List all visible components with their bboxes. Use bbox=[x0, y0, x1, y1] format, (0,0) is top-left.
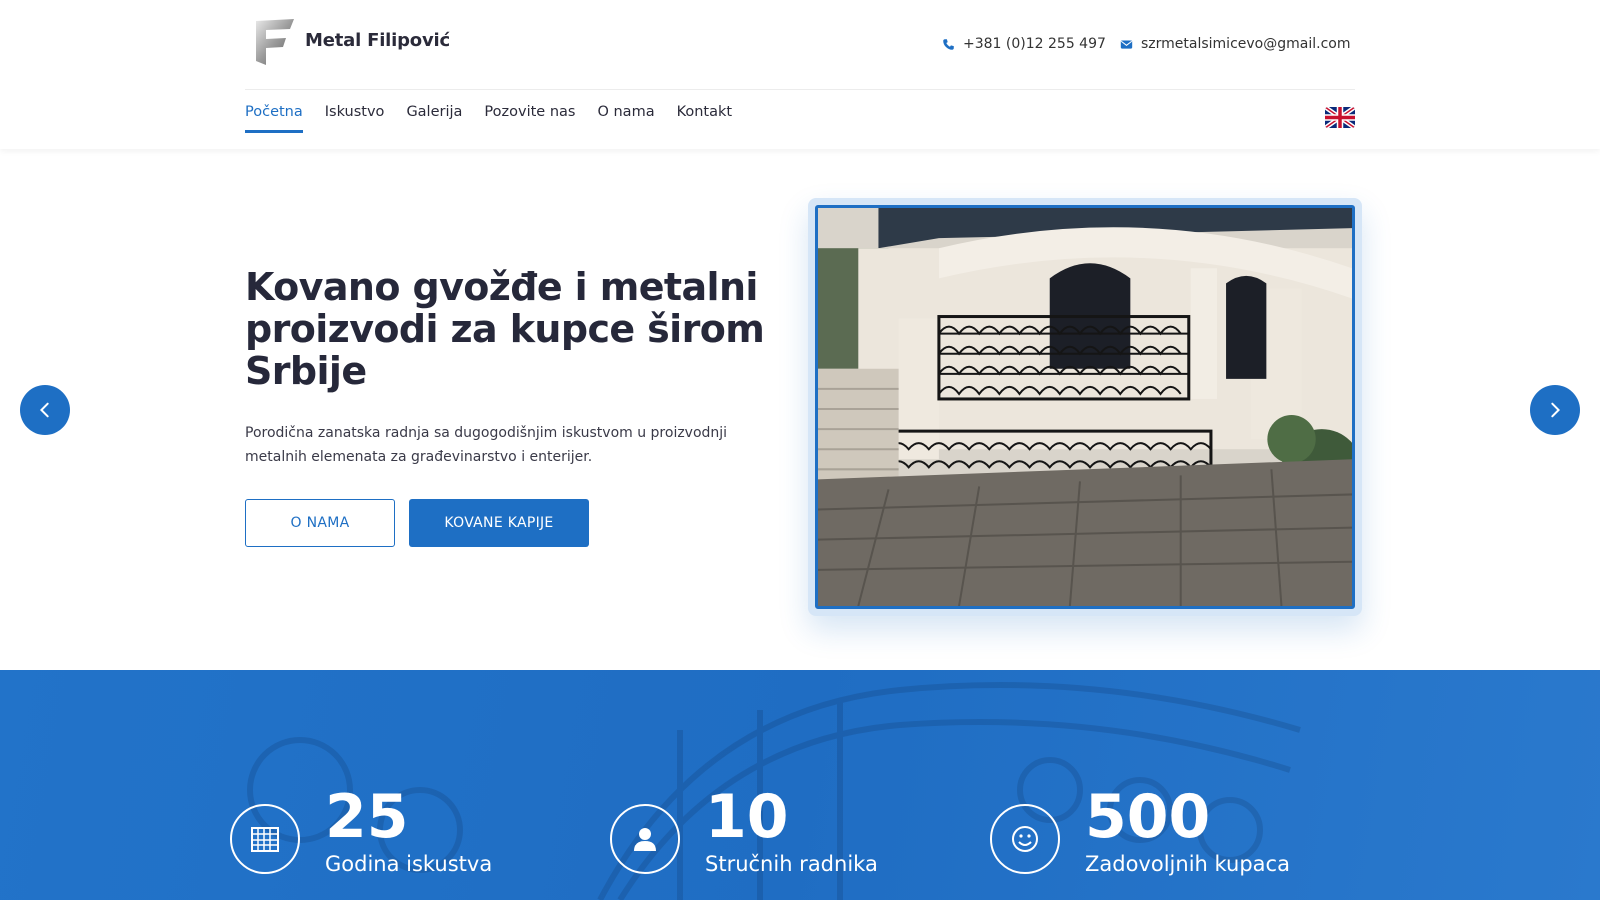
nav-item-kontakt[interactable]: Kontakt bbox=[677, 104, 733, 133]
nav-item-galerija[interactable]: Galerija bbox=[406, 104, 462, 133]
chevron-right-icon bbox=[1551, 402, 1561, 418]
about-us-button[interactable]: O NAMA bbox=[245, 499, 395, 547]
stat-years-label: Godina iskustva bbox=[325, 852, 493, 876]
main-nav: Početna Iskustvo Galerija Pozovite nas O… bbox=[245, 104, 732, 133]
stat-customers-value: 500 bbox=[1085, 782, 1211, 852]
email-address: szrmetalsimicevo@gmail.com bbox=[1141, 36, 1351, 52]
chevron-left-icon bbox=[39, 402, 49, 418]
nav-item-o-nama[interactable]: O nama bbox=[597, 104, 654, 133]
phone-icon bbox=[943, 38, 954, 50]
stat-workers-label: Stručnih radnika bbox=[705, 852, 878, 876]
brand-name[interactable]: Metal Filipović bbox=[305, 30, 450, 51]
nav-item-pocetna[interactable]: Početna bbox=[245, 104, 303, 133]
calendar-icon bbox=[230, 804, 300, 874]
stat-customers-label: Zadovoljnih kupaca bbox=[1085, 852, 1290, 876]
slider-prev-button[interactable] bbox=[20, 385, 70, 435]
user-icon bbox=[610, 804, 680, 874]
site-header: Metal Filipović +381 (0)12 255 497 szrme… bbox=[0, 0, 1600, 149]
brand-logo-icon[interactable] bbox=[252, 17, 296, 67]
envelope-icon bbox=[1120, 39, 1133, 49]
nav-item-pozovite-nas[interactable]: Pozovite nas bbox=[484, 104, 575, 133]
hero-title: Kovano gvožđe i metalni proizvodi za kup… bbox=[245, 265, 765, 393]
header-divider bbox=[245, 89, 1355, 90]
stat-years-value: 25 bbox=[325, 782, 409, 852]
contact-phone[interactable]: +381 (0)12 255 497 bbox=[942, 36, 1106, 52]
phone-number: +381 (0)12 255 497 bbox=[963, 36, 1106, 52]
hero-description: Porodična zanatska radnja sa dugogodišnj… bbox=[245, 425, 728, 465]
forged-gates-button[interactable]: KOVANE KAPIJE bbox=[409, 499, 589, 547]
stats-section: 25 Godina iskustva 10 Stručnih radnika 5… bbox=[0, 670, 1600, 900]
nav-item-iskustvo[interactable]: Iskustvo bbox=[325, 104, 385, 133]
uk-flag-icon[interactable] bbox=[1325, 107, 1355, 128]
smile-icon bbox=[990, 804, 1060, 874]
hero-image[interactable] bbox=[815, 205, 1355, 609]
hero-image-frame bbox=[808, 198, 1362, 616]
slider-next-button[interactable] bbox=[1530, 385, 1580, 435]
stat-workers-value: 10 bbox=[705, 782, 789, 852]
contact-email[interactable]: szrmetalsimicevo@gmail.com bbox=[1120, 36, 1350, 52]
